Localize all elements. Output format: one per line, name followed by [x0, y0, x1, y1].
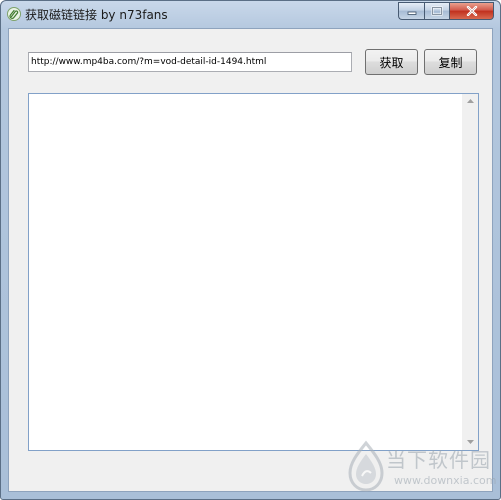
watermark: 当下软件园 www.downxia.com: [344, 440, 497, 494]
scroll-up-button[interactable]: [463, 94, 478, 109]
output-panel: [28, 93, 479, 451]
copy-button[interactable]: 复制: [424, 49, 477, 75]
window-title: 获取磁链链接 by n73fans: [25, 8, 168, 22]
watermark-cn-text: 当下软件园: [386, 448, 491, 472]
maximize-button[interactable]: [424, 2, 450, 20]
close-icon: [466, 6, 477, 16]
arrow-up-icon: [467, 99, 474, 103]
paperclip-icon: [7, 6, 21, 21]
watermark-logo-icon: [348, 440, 384, 492]
url-input[interactable]: [28, 52, 352, 72]
output-textarea[interactable]: [29, 94, 463, 450]
watermark-en-text: www.downxia.com: [394, 474, 497, 487]
title-bar[interactable]: 获取磁链链接 by n73fans: [1, 1, 500, 27]
close-button[interactable]: [450, 2, 494, 20]
window-controls: [398, 2, 494, 20]
maximize-icon: [431, 6, 443, 16]
client-area: 获取 复制: [8, 28, 493, 492]
vertical-scrollbar[interactable]: [462, 94, 478, 450]
app-window: 获取磁链链接 by n73fans 获取: [0, 0, 501, 500]
fetch-button[interactable]: 获取: [365, 49, 418, 75]
minimize-icon: [407, 11, 416, 15]
minimize-button[interactable]: [398, 2, 424, 20]
